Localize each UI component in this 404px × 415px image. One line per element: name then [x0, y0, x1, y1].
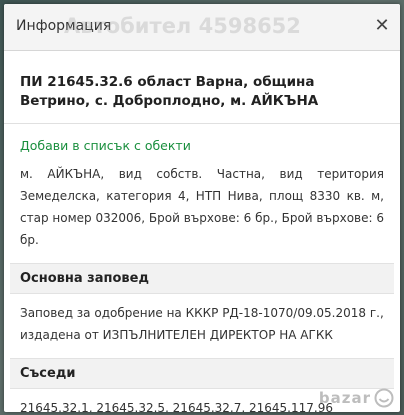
order-text: Заповед за одобрение на КККР РД-18-1070/… [20, 306, 384, 342]
info-dialog: Информация Автобител 4598652 ✕ ПИ 21645.… [4, 4, 400, 412]
bazar-logo-text: bazar [318, 389, 371, 407]
parcel-title: ПИ 21645.32.6 област Варна, община Ветри… [4, 51, 400, 124]
neighbors-heading: Съседи [10, 358, 394, 389]
smile-icon [374, 388, 394, 408]
dialog-header: Информация Автобител 4598652 ✕ [4, 4, 400, 51]
order-heading: Основна заповед [10, 263, 394, 294]
close-icon[interactable]: ✕ [372, 16, 392, 36]
add-to-list-link[interactable]: Добави в списък с обекти [4, 124, 400, 157]
parcel-description: м. АЙКЪНА, вид собств. Частна, вид терит… [20, 167, 384, 247]
bazar-logo: bazar [319, 388, 394, 408]
dialog-title: Информация [16, 18, 112, 34]
